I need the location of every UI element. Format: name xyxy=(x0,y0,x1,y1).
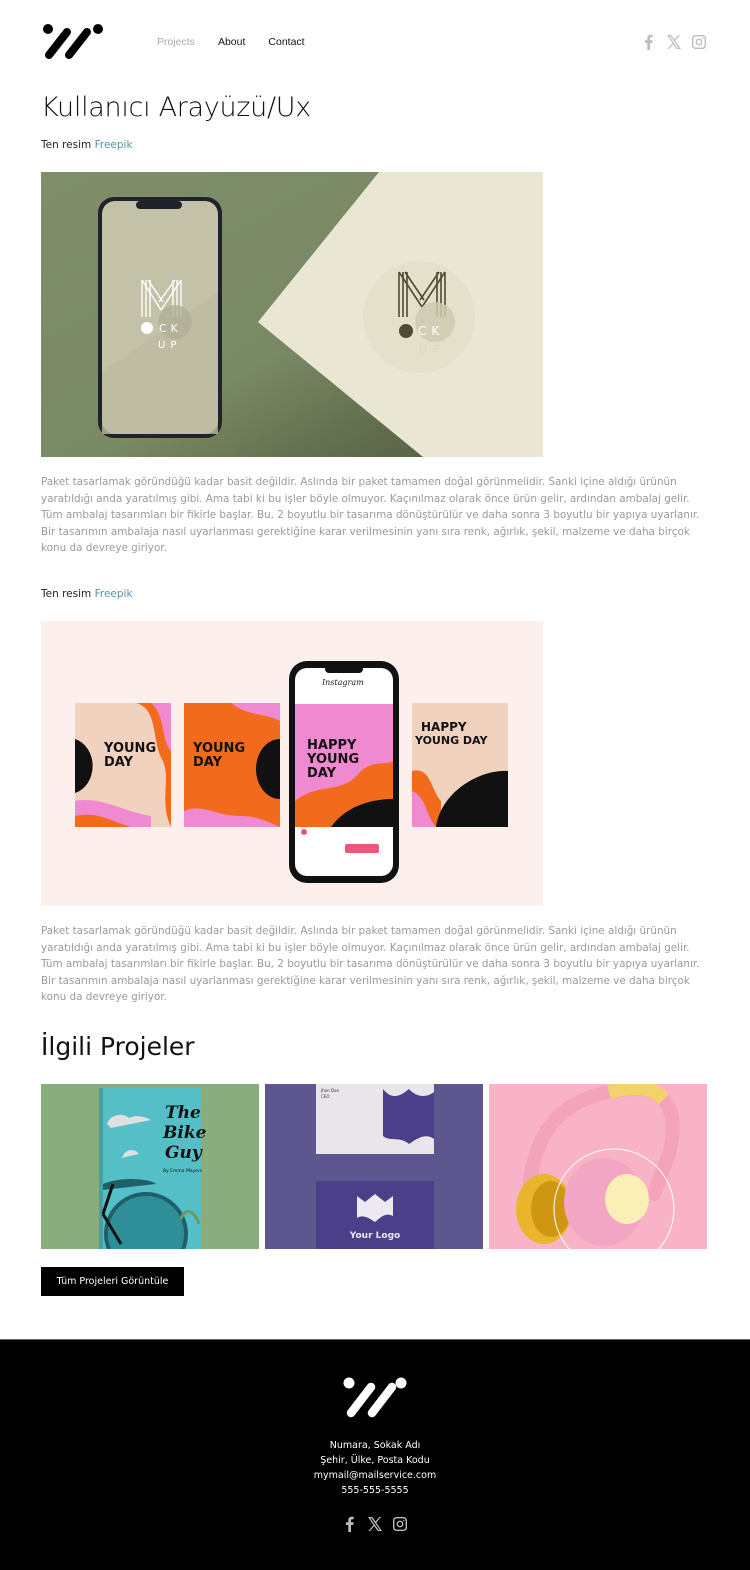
image-credit: Ten resim Freepik xyxy=(41,139,133,151)
project-card-headphones[interactable] xyxy=(489,1084,707,1249)
header: Projects About Contact xyxy=(0,0,750,90)
credit-prefix: Ten resim xyxy=(41,588,92,600)
instagram-icon[interactable] xyxy=(392,1516,408,1532)
address-line-phone[interactable]: 555-555-5555 xyxy=(0,1483,750,1498)
your-logo-text: Your Logo xyxy=(349,1231,400,1241)
footer-address: Numara, Sokak Adı Şehir, Ülke, Posta Kod… xyxy=(0,1438,750,1498)
description-paragraph: Paket tasarlamak göründüğü kadar basit d… xyxy=(41,476,700,554)
freepik-link[interactable]: Freepik xyxy=(95,588,133,600)
svg-text:CEO: CEO xyxy=(321,1094,329,1099)
address-line-email[interactable]: mymail@mailservice.com xyxy=(0,1468,750,1483)
facebook-icon[interactable] xyxy=(641,34,657,50)
description-paragraph: Paket tasarlamak göründüğü kadar basit d… xyxy=(41,925,700,1003)
svg-text:YOUNG DAY: YOUNG DAY xyxy=(414,734,489,747)
svg-text:YOUNG: YOUNG xyxy=(103,741,156,756)
book-title-the: The xyxy=(165,1103,201,1123)
main-nav: Projects About Contact xyxy=(157,36,328,48)
x-icon[interactable] xyxy=(367,1516,383,1532)
footer-brand-logo[interactable] xyxy=(342,1375,408,1421)
footer-social xyxy=(0,1516,750,1532)
freepik-link[interactable]: Freepik xyxy=(95,139,133,151)
x-icon[interactable] xyxy=(666,34,682,50)
svg-text:Jhon Doe: Jhon Doe xyxy=(320,1088,339,1093)
nav-projects[interactable]: Projects xyxy=(157,36,195,48)
view-all-projects-button[interactable]: Tüm Projeleri Görüntüle xyxy=(41,1267,184,1296)
svg-text:Guy: Guy xyxy=(165,1143,203,1163)
svg-text:HAPPY: HAPPY xyxy=(307,738,357,753)
svg-text:By Emma Mayers: By Emma Mayers xyxy=(163,1168,203,1174)
project-card-bike-guy[interactable]: The Bike Guy By Emma Mayers xyxy=(41,1084,259,1249)
mockup-ck-text: CK xyxy=(418,324,444,338)
address-line-city: Şehir, Ülke, Posta Kodu xyxy=(320,1455,430,1466)
related-projects-title: İlgili Projeler xyxy=(41,1032,195,1061)
instagram-label: Instagram xyxy=(321,678,364,687)
project-card-business-card[interactable]: Jhon Doe CEO Your Logo xyxy=(265,1084,483,1249)
svg-text:YOUNG: YOUNG xyxy=(192,741,245,756)
header-social xyxy=(641,34,707,50)
footer: Numara, Sokak Adı Şehir, Ülke, Posta Kod… xyxy=(0,1339,750,1570)
nav-contact[interactable]: Contact xyxy=(268,36,304,48)
instagram-icon[interactable] xyxy=(691,34,707,50)
mockup-up-text: UP xyxy=(419,343,446,356)
svg-text:YOUNG: YOUNG xyxy=(306,752,359,767)
svg-text:DAY: DAY xyxy=(193,755,223,770)
svg-text:UP: UP xyxy=(158,340,181,351)
svg-text:DAY: DAY xyxy=(104,755,134,770)
address-line-street: Numara, Sokak Adı xyxy=(329,1440,421,1451)
brand-logo[interactable] xyxy=(41,22,105,62)
credit-prefix: Ten resim xyxy=(41,139,92,151)
mockup-phone-green-image: CK UP CK UP xyxy=(41,172,543,457)
image-credit: Ten resim Freepik xyxy=(41,588,133,600)
svg-text:Bike: Bike xyxy=(162,1123,207,1143)
nav-about[interactable]: About xyxy=(218,36,245,48)
svg-text:DAY: DAY xyxy=(307,766,337,781)
facebook-icon[interactable] xyxy=(342,1516,358,1532)
instagram-posts-mockup-image: YOUNG DAY YOUNG DAY Instagram HAPPY YOUN… xyxy=(41,621,543,906)
related-projects-grid: The Bike Guy By Emma Mayers Jhon Doe CEO… xyxy=(41,1084,707,1249)
svg-text:HAPPY: HAPPY xyxy=(421,720,467,734)
page-title: Kullanıcı Arayüzü/Ux xyxy=(41,92,311,123)
svg-text:CK: CK xyxy=(159,322,182,335)
